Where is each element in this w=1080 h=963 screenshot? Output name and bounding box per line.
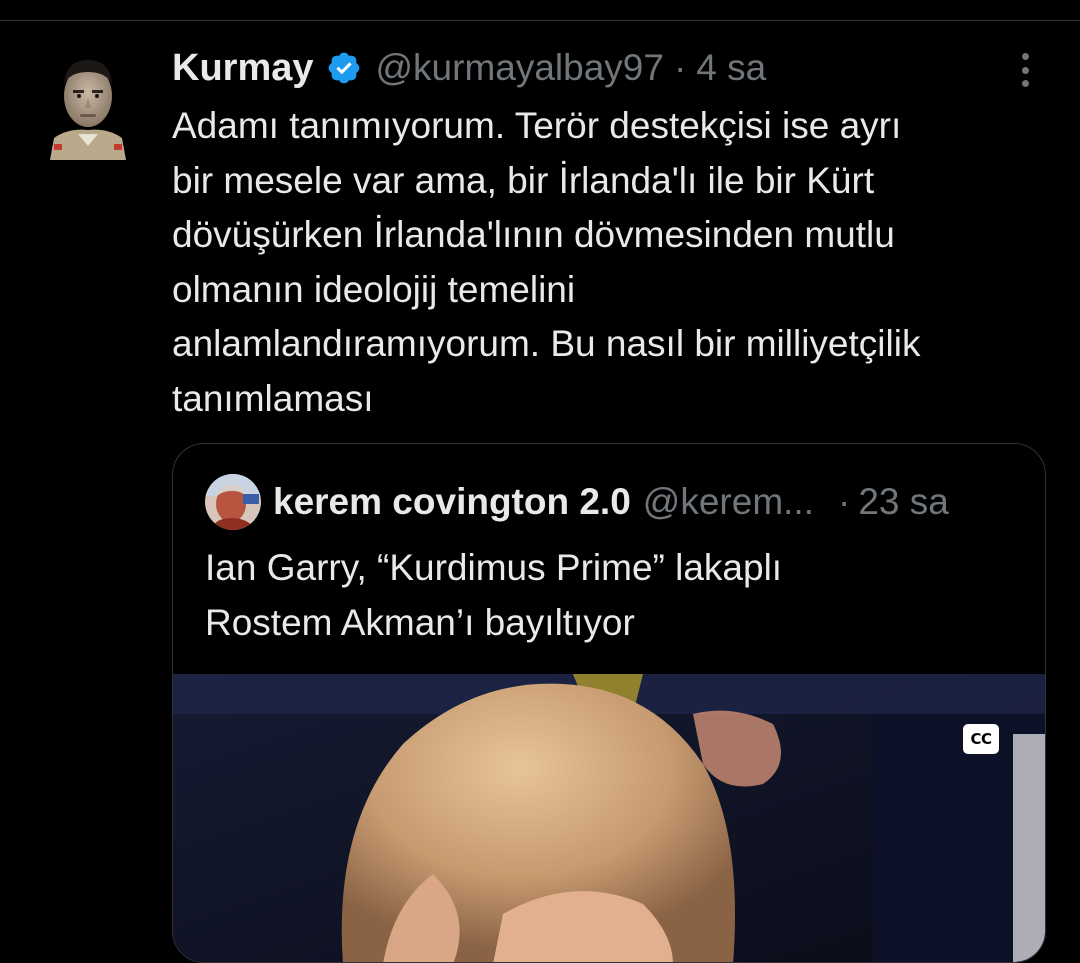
separator-dot: · [673, 47, 687, 88]
tweet-text-line: Adamı tanımıyorum. Terör destekçisi ise … [172, 105, 902, 146]
author-handle[interactable]: @kurmayalbay97 [376, 47, 664, 89]
more-dot-1 [1021, 53, 1029, 60]
quoted-tweet-card[interactable]: kerem covington 2.0 @kerem... · 23 sa Ia… [172, 443, 1046, 963]
more-options-icon[interactable] [1008, 50, 1042, 90]
closed-captions-button[interactable]: CC [963, 724, 999, 754]
quoted-author-avatar[interactable] [205, 474, 261, 530]
verified-badge-icon [326, 50, 362, 86]
quoted-author-display-name[interactable]: kerem covington 2.0 [273, 481, 631, 523]
quoted-avatar-portrait [205, 474, 261, 530]
quoted-tweet-header: kerem covington 2.0 @kerem... · 23 sa [273, 478, 1013, 526]
quoted-tweet-text: Ian Garry, “Kurdimus Prime” lakaplı Rost… [205, 540, 1025, 650]
quoted-text-line: Ian Garry, “Kurdimus Prime” lakaplı [205, 547, 783, 588]
tweet-text-line: bir mesele var ama, bir İrlanda'lı ile b… [172, 159, 875, 201]
avatar-portrait [48, 50, 128, 160]
video-frame [173, 674, 1045, 962]
quoted-separator-dot: · [838, 481, 851, 522]
top-divider [0, 20, 1080, 21]
quoted-text-line: Rostem Akman’ı bayıltıyor [205, 602, 635, 643]
author-avatar[interactable] [48, 50, 128, 160]
tweet-text-line: tanımlaması [172, 377, 374, 419]
tweet-text-line: anlamlandıramıyorum. Bu nasıl bir milliy… [172, 323, 921, 364]
tweet-timestamp[interactable]: 4 sa [696, 47, 766, 89]
author-display-name[interactable]: Kurmay [172, 47, 314, 90]
tweet-text: Adamı tanımıyorum. Terör destekçisi ise … [172, 99, 1052, 426]
more-dot-2 [1021, 66, 1029, 74]
tweet-text-line: olmanın ideolojij temelini [172, 268, 576, 310]
quoted-author-handle[interactable]: @kerem... [643, 481, 814, 523]
tweet-text-line: dövüşürken İrlanda'lının dövmesinden mut… [172, 214, 895, 255]
tweet-header: Kurmay @kurmayalbay97 · 4 sa [172, 44, 766, 92]
quoted-tweet-timestamp[interactable]: 23 sa [858, 481, 949, 523]
quoted-video-media[interactable]: CC [173, 674, 1045, 962]
more-dot-3 [1021, 80, 1029, 87]
